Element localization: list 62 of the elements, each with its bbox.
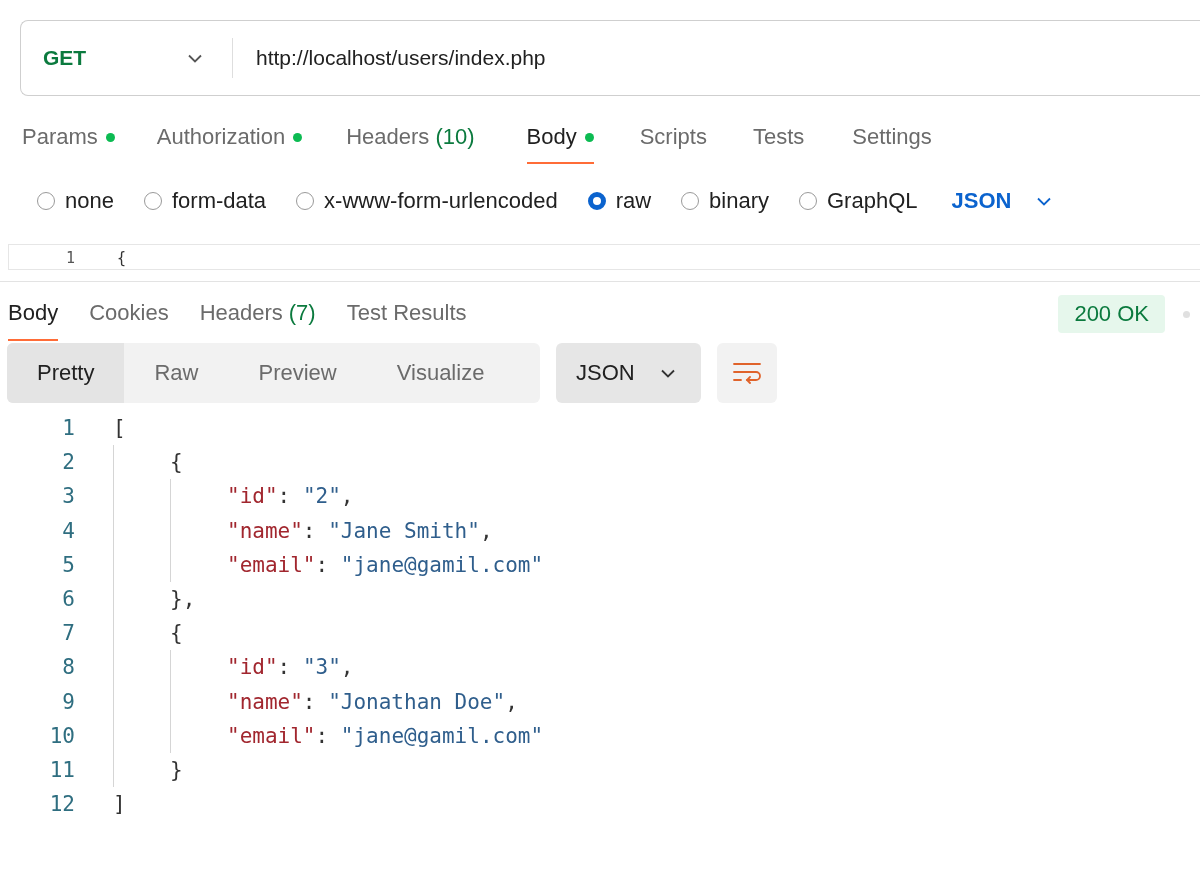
line-number: 2 bbox=[61, 450, 75, 475]
request-tab[interactable]: Body bbox=[526, 124, 594, 164]
view-mode-tab[interactable]: Preview bbox=[228, 343, 367, 403]
code-line: ] bbox=[113, 791, 126, 819]
code-line: "email": "jane@gamil.com" bbox=[227, 722, 544, 750]
line-number: 4 bbox=[61, 518, 75, 543]
radio-button[interactable] bbox=[587, 192, 606, 210]
format-dropdown[interactable]: JSON bbox=[951, 188, 1052, 214]
radio-label: GraphQL bbox=[827, 188, 918, 214]
line-number: 8 bbox=[61, 655, 75, 680]
wrap-lines-button[interactable] bbox=[716, 343, 777, 403]
response-tab[interactable]: Test Results bbox=[346, 300, 467, 341]
chevron-down-icon bbox=[660, 368, 675, 378]
code-line: "name": "Jane Smith", bbox=[227, 517, 493, 545]
wrap-lines-icon bbox=[731, 362, 762, 384]
header-count: (10) bbox=[435, 124, 475, 150]
radio-label: none bbox=[65, 188, 114, 214]
code-line: { bbox=[117, 249, 127, 267]
line-number: 9 bbox=[61, 689, 75, 714]
request-tab[interactable]: Tests bbox=[752, 124, 805, 164]
request-tab[interactable]: Authorization bbox=[156, 124, 303, 164]
code-line: "email": "jane@gamil.com" bbox=[227, 551, 544, 579]
code-line: } bbox=[170, 756, 183, 784]
line-number: 12 bbox=[48, 792, 75, 817]
request-tab[interactable]: Scripts bbox=[639, 124, 707, 164]
line-number: 1 bbox=[64, 249, 75, 267]
url-field[interactable]: http://localhost/users/index.php bbox=[233, 46, 546, 70]
response-tab[interactable]: Cookies bbox=[89, 300, 169, 341]
method-dropdown[interactable]: GET bbox=[21, 21, 232, 95]
radio-label: raw bbox=[615, 188, 652, 214]
code-line: "name": "Jonathan Doe", bbox=[227, 688, 518, 716]
line-number: 11 bbox=[48, 757, 75, 782]
code-line: { bbox=[170, 449, 183, 477]
code-line: "id": "2", bbox=[227, 483, 354, 511]
line-number: 1 bbox=[61, 416, 75, 441]
view-mode-tab[interactable]: Visualize bbox=[366, 343, 515, 403]
line-number: 3 bbox=[61, 484, 75, 509]
response-tab[interactable]: Body bbox=[8, 300, 59, 341]
code-line: { bbox=[170, 620, 183, 648]
request-tab[interactable]: Settings bbox=[852, 124, 932, 164]
chevron-down-icon bbox=[1037, 196, 1052, 206]
code-line: [ bbox=[113, 415, 126, 443]
status-badge: 200 OK bbox=[1058, 295, 1165, 333]
view-mode-tab[interactable]: Raw bbox=[124, 343, 229, 403]
radio-label: x-www-form-urlencoded bbox=[324, 188, 558, 214]
header-count: (7) bbox=[288, 300, 316, 326]
view-mode-tab[interactable]: Pretty bbox=[7, 343, 125, 403]
chevron-down-icon bbox=[188, 53, 202, 63]
line-number: 10 bbox=[48, 723, 75, 748]
request-tab[interactable]: Params bbox=[22, 124, 115, 164]
code-line: }, bbox=[170, 586, 196, 614]
line-number: 7 bbox=[61, 621, 75, 646]
radio-label: binary bbox=[709, 188, 769, 214]
format-dropdown[interactable]: JSON bbox=[556, 343, 701, 403]
radio-label: form-data bbox=[171, 188, 267, 214]
code-line: "id": "3", bbox=[227, 654, 354, 682]
line-number: 5 bbox=[61, 552, 75, 577]
request-editor[interactable]: 1 { bbox=[8, 244, 1200, 270]
response-tab[interactable]: Headers (7) bbox=[199, 300, 316, 341]
request-tab[interactable]: Headers (10) bbox=[346, 124, 475, 164]
dot-icon bbox=[1183, 310, 1190, 318]
line-number: 6 bbox=[61, 587, 75, 612]
